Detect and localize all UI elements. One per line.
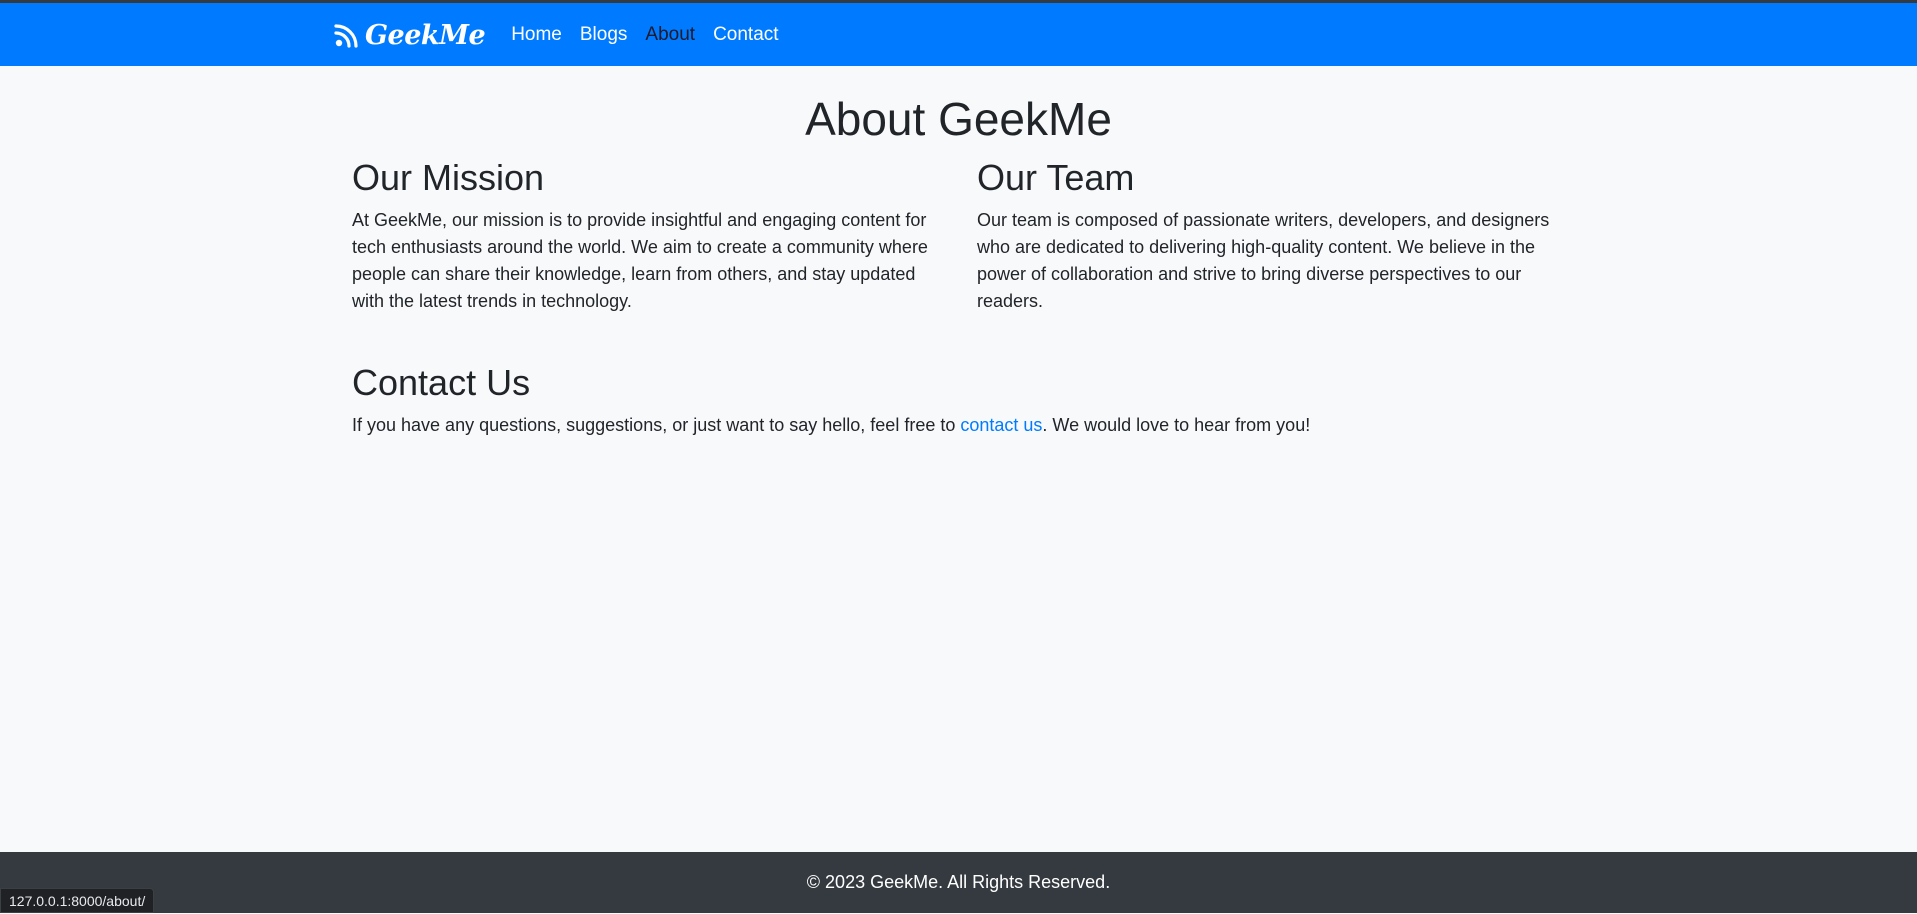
page-title: About GeekMe (805, 93, 1112, 145)
rss-feed-icon (333, 23, 359, 49)
status-bar-url: 127.0.0.1:8000/about/ (0, 888, 155, 913)
brand-name: GeekMe (365, 20, 486, 51)
mission-section: Our Mission At GeekMe, our mission is to… (352, 156, 942, 315)
footer-copyright: © 2023 GeekMe. All Rights Reserved. (806, 872, 1111, 892)
contact-heading: Contact Us (352, 362, 531, 403)
contact-text: If you have any questions, suggestions, … (352, 412, 1565, 439)
team-text: Our team is composed of passionate write… (977, 210, 1550, 312)
mission-heading: Our Mission (352, 157, 545, 198)
nav-link-contact[interactable]: Contact (713, 24, 778, 46)
brand-logo-link[interactable]: GeekMe (333, 20, 486, 51)
navbar: GeekMe Home Blogs About Contact (0, 3, 1917, 66)
contact-text-after: . We would love to hear from you! (1042, 415, 1311, 436)
footer: © 2023 GeekMe. All Rights Reserved. (0, 852, 1917, 913)
contact-section: Contact Us If you have any questions, su… (352, 361, 1565, 439)
contact-us-link[interactable]: contact us (960, 415, 1042, 435)
nav-link-blogs[interactable]: Blogs (580, 24, 628, 46)
nav-link-about[interactable]: About (645, 24, 695, 46)
nav-link-home[interactable]: Home (511, 24, 562, 46)
team-section: Our Team Our team is composed of passion… (977, 156, 1567, 315)
navbar-inner: GeekMe Home Blogs About Contact (333, 3, 779, 66)
nav-links: Home Blogs About Contact (511, 24, 778, 46)
contact-text-before: If you have any questions, suggestions, … (352, 415, 961, 436)
mission-text: At GeekMe, our mission is to provide ins… (352, 210, 928, 312)
team-heading: Our Team (977, 157, 1135, 198)
